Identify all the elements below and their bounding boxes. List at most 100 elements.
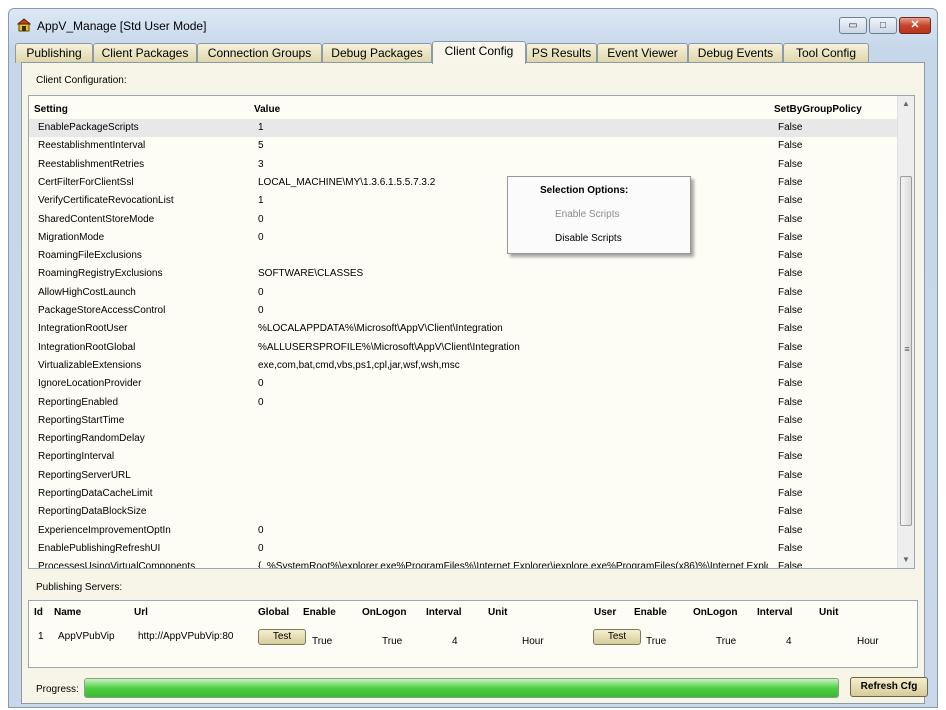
setting-cell: ReportingStartTime	[38, 414, 125, 426]
tab-ps-results[interactable]: PS Results	[526, 43, 597, 63]
refresh-cfg-button[interactable]: Refresh Cfg	[850, 677, 928, 697]
setting-cell: IntegrationRootUser	[38, 323, 128, 335]
context-menu-title: Selection Options:	[540, 185, 629, 196]
header-global-unit: Unit	[488, 607, 508, 618]
table-row[interactable]: RoamingFileExclusions False	[29, 247, 899, 265]
table-row[interactable]: ReportingRandomDelay False	[29, 430, 899, 448]
setbygrouppolicy-cell: False	[778, 140, 803, 152]
tab-debug-events[interactable]: Debug Events	[688, 43, 783, 63]
setbygrouppolicy-cell: False	[778, 268, 803, 280]
maximize-button[interactable]: □	[869, 17, 897, 34]
global-onlogon-value: True	[382, 636, 403, 647]
value-cell: {, %SystemRoot%\explorer.exe%ProgramFile…	[258, 561, 768, 569]
setting-cell: ReportingRandomDelay	[38, 433, 145, 445]
close-button[interactable]: ✕	[899, 17, 931, 34]
tab-event-viewer[interactable]: Event Viewer	[597, 43, 688, 63]
header-setbygrouppolicy[interactable]: SetByGroupPolicy	[774, 104, 862, 115]
tab-debug-packages[interactable]: Debug Packages	[322, 43, 432, 63]
setbygrouppolicy-cell: False	[778, 542, 803, 554]
header-setting[interactable]: Setting	[34, 104, 68, 115]
setbygrouppolicy-cell: False	[778, 433, 803, 445]
user-test-button[interactable]: Test	[593, 629, 641, 645]
setbygrouppolicy-cell: False	[778, 286, 803, 298]
app-window: AppV_Manage [Std User Mode] ▭ □ ✕ Publis…	[8, 8, 938, 708]
value-cell: 0	[258, 396, 264, 408]
tab-client-packages[interactable]: Client Packages	[93, 43, 197, 63]
table-row[interactable]: IgnoreLocationProvider 0 False	[29, 375, 899, 393]
table-row[interactable]: EnablePublishingRefreshUI 0 False	[29, 540, 899, 558]
table-row[interactable]: IntegrationRootGlobal %ALLUSERSPROFILE%\M…	[29, 339, 899, 357]
table-row[interactable]: VirtualizableExtensions exe,com,bat,cmd,v…	[29, 357, 899, 375]
table-row[interactable]: ReportingDataBlockSize False	[29, 503, 899, 521]
value-cell: SOFTWARE\CLASSES	[258, 268, 364, 280]
progress-fill	[85, 679, 838, 697]
table-row[interactable]: ReestablishmentRetries 3 False	[29, 156, 899, 174]
table-row[interactable]: RoamingRegistryExclusions SOFTWARE\CLASSE…	[29, 265, 899, 283]
setbygrouppolicy-cell: False	[778, 561, 803, 569]
table-row[interactable]: EnablePackageScripts 1 False	[29, 119, 899, 137]
scroll-down-icon[interactable]: ▼	[898, 552, 914, 568]
table-row[interactable]: VerifyCertificateRevocationList 1 False	[29, 192, 899, 210]
user-interval-value: 4	[786, 636, 792, 647]
table-row[interactable]: ExperienceImprovementOptIn 0 False	[29, 522, 899, 540]
value-cell: 0	[258, 305, 264, 316]
setting-cell: ReportingDataCacheLimit	[38, 488, 153, 499]
setting-cell: ReportingEnabled	[38, 396, 119, 408]
vertical-scrollbar[interactable]: ▲ ≡ ▼	[897, 96, 914, 568]
global-test-button[interactable]: Test	[258, 629, 306, 645]
table-row[interactable]: MigrationMode 0 False	[29, 229, 899, 247]
tab-publishing[interactable]: Publishing	[15, 43, 93, 63]
table-row[interactable]: ReportingEnabled 0 False	[29, 394, 899, 412]
table-row[interactable]: IntegrationRootUser %LOCALAPPDATA%\Micros…	[29, 320, 899, 338]
setting-cell: SharedContentStoreMode	[38, 213, 155, 225]
publishing-servers-grid[interactable]: Id Name Url Global Enable OnLogon Interv…	[28, 600, 918, 668]
scroll-thumb[interactable]: ≡	[900, 176, 912, 526]
setting-cell: MigrationMode	[38, 231, 105, 243]
scroll-up-icon[interactable]: ▲	[898, 96, 914, 112]
title-bar[interactable]: AppV_Manage [Std User Mode] ▭ □ ✕	[9, 9, 937, 41]
header-user-enable: Enable	[634, 607, 667, 618]
tab-tool-config[interactable]: Tool Config	[783, 43, 869, 63]
value-cell: %LOCALAPPDATA%\Microsoft\AppV\Client\Int…	[258, 323, 503, 335]
header-url: Url	[134, 607, 148, 618]
table-row[interactable]: CertFilterForClientSsl LOCAL_MACHINE\MY\1…	[29, 174, 899, 192]
progress-label: Progress:	[36, 684, 79, 695]
table-row[interactable]: ReportingServerURL False	[29, 467, 899, 485]
minimize-button[interactable]: ▭	[839, 17, 867, 34]
setbygrouppolicy-cell: False	[778, 250, 803, 262]
setting-cell: ExperienceImprovementOptIn	[38, 524, 171, 536]
setting-cell: CertFilterForClientSsl	[38, 176, 134, 188]
header-user-interval: Interval	[757, 607, 793, 618]
setbygrouppolicy-cell: False	[778, 176, 803, 188]
setbygrouppolicy-cell: False	[778, 396, 803, 408]
table-row[interactable]: ReportingStartTime False	[29, 412, 899, 430]
setting-cell: IntegrationRootGlobal	[38, 341, 136, 353]
header-user-unit: Unit	[819, 607, 839, 618]
setbygrouppolicy-cell: False	[778, 305, 803, 316]
tab-connection-groups[interactable]: Connection Groups	[197, 43, 322, 63]
user-onlogon-value: True	[716, 636, 737, 647]
value-cell: 0	[258, 542, 264, 554]
header-global: Global	[258, 607, 290, 618]
table-row[interactable]: PackageStoreAccessControl 0 False	[29, 302, 899, 320]
table-row[interactable]: AllowHighCostLaunch 0 False	[29, 284, 899, 302]
setting-cell: ReportingServerURL	[38, 469, 131, 481]
header-user-onlogon: OnLogon	[693, 607, 738, 618]
menu-item-enable-scripts[interactable]: Enable Scripts	[555, 209, 619, 220]
table-row[interactable]: ReportingDataCacheLimit False	[29, 485, 899, 503]
table-row[interactable]: ProcessesUsingVirtualComponents {, %Syste…	[29, 558, 899, 569]
header-global-onlogon: OnLogon	[362, 607, 407, 618]
header-global-enable: Enable	[303, 607, 336, 618]
tab-client-config[interactable]: Client Config	[432, 41, 526, 64]
client-config-grid[interactable]: Setting Value SetByGroupPolicy EnablePac…	[28, 95, 915, 569]
setting-cell: VerifyCertificateRevocationList	[38, 195, 174, 207]
value-cell: 0	[258, 378, 264, 390]
setbygrouppolicy-cell: False	[778, 414, 803, 426]
header-value[interactable]: Value	[254, 104, 280, 115]
table-row[interactable]: ReportingInterval False	[29, 448, 899, 466]
table-row[interactable]: SharedContentStoreMode 0 False	[29, 211, 899, 229]
table-row[interactable]: ReestablishmentInterval 5 False	[29, 137, 899, 155]
setting-cell: IgnoreLocationProvider	[38, 378, 142, 390]
menu-item-disable-scripts[interactable]: Disable Scripts	[555, 233, 622, 244]
header-global-interval: Interval	[426, 607, 462, 618]
